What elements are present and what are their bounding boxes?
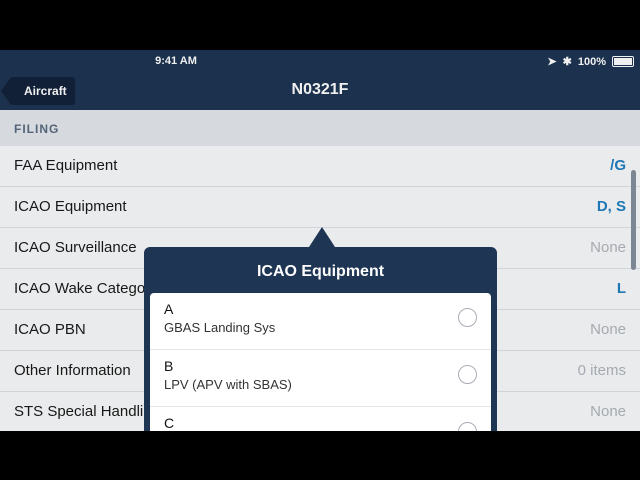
- scrollbar[interactable]: [631, 170, 636, 270]
- popover-arrow: [309, 227, 335, 247]
- option-c[interactable]: C: [150, 407, 491, 431]
- popover-title: ICAO Equipment: [256, 263, 385, 280]
- option-code: A: [164, 301, 174, 317]
- equipment-options-list: A GBAS Landing Sys B LPV (APV with SBAS)…: [150, 293, 491, 431]
- option-description: GBAS Landing Sys: [164, 320, 276, 335]
- radio-icon[interactable]: [458, 365, 477, 384]
- option-description: LPV (APV with SBAS): [164, 377, 292, 392]
- app-screen: 9:41 AM ➤ ✱ 100% Aircraft N0321F FILING …: [0, 50, 640, 431]
- option-b[interactable]: B LPV (APV with SBAS): [150, 350, 491, 407]
- radio-icon[interactable]: [458, 308, 477, 327]
- radio-icon[interactable]: [458, 422, 477, 431]
- option-code: B: [164, 358, 174, 374]
- icao-equipment-popover: ICAO Equipment A GBAS Landing Sys B LPV …: [144, 227, 497, 431]
- option-code: C: [164, 415, 175, 431]
- option-a[interactable]: A GBAS Landing Sys: [150, 293, 491, 350]
